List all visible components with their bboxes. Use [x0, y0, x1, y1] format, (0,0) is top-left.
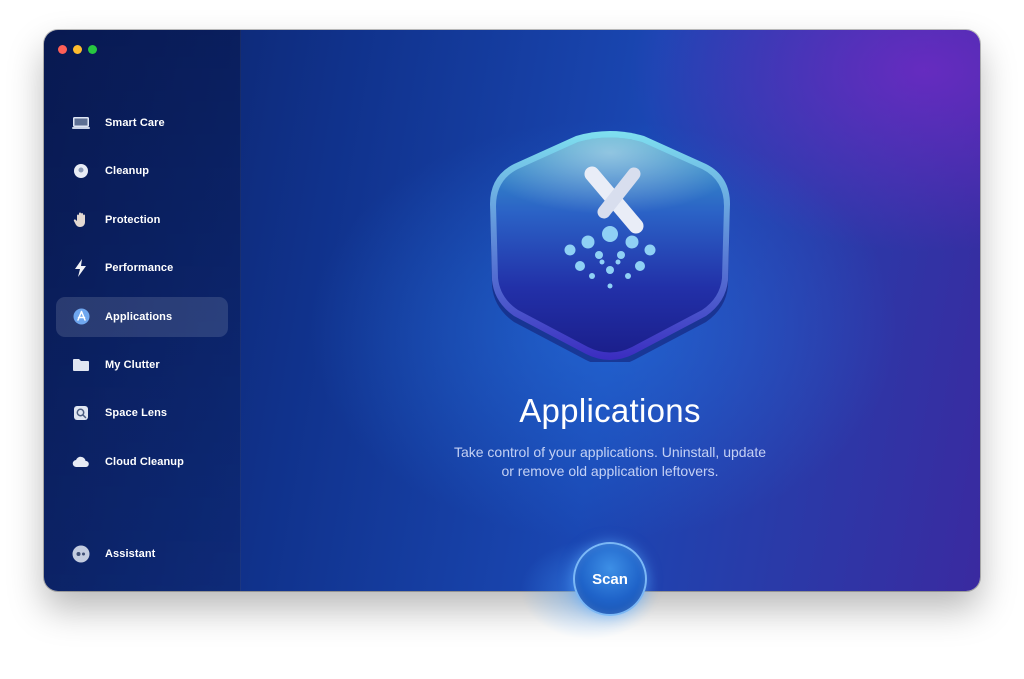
cleanup-bubble-icon — [72, 162, 90, 180]
sidebar: Smart Care Cleanup Protection Performanc… — [44, 30, 241, 591]
sidebar-item-label: Applications — [105, 310, 173, 323]
sidebar-item-protection[interactable]: Protection — [56, 200, 228, 240]
sidebar-item-label: My Clutter — [105, 358, 160, 371]
scan-button[interactable]: Scan — [573, 542, 647, 616]
lightning-icon — [72, 259, 90, 278]
sidebar-item-label: Cleanup — [105, 165, 150, 178]
app-window: Smart Care Cleanup Protection Performanc… — [44, 30, 980, 591]
description-line: Take control of your applications. Unins… — [453, 444, 767, 460]
assistant-label: Assistant — [105, 548, 156, 560]
sidebar-item-label: Cloud Cleanup — [105, 455, 184, 468]
assistant-icon — [72, 545, 90, 563]
applications-hero-icon — [490, 131, 730, 362]
sidebar-item-cloud-cleanup[interactable]: Cloud Cleanup — [56, 442, 228, 482]
sidebar-item-label: Smart Care — [105, 117, 165, 129]
lens-icon — [72, 404, 90, 422]
zoom-window-button[interactable] — [88, 45, 97, 54]
sidebar-item-applications[interactable]: Applications — [56, 296, 228, 337]
scan-button-label: Scan — [592, 570, 628, 588]
window-controls — [58, 45, 97, 54]
page-title: Applications — [519, 392, 701, 429]
sidebar-item-label: Space Lens — [105, 407, 168, 420]
sidebar-nav: Smart Care Cleanup Protection Performanc… — [56, 103, 228, 490]
app-store-icon — [72, 308, 90, 326]
sidebar-item-smart-care[interactable]: Smart Care — [56, 103, 228, 143]
cloud-icon — [72, 453, 90, 471]
sidebar-item-my-clutter[interactable]: My Clutter — [56, 345, 228, 385]
sidebar-item-label: Performance — [105, 262, 174, 275]
minimize-window-button[interactable] — [73, 45, 82, 54]
page-description: Take control of your applications. Unins… — [404, 443, 816, 481]
sidebar-item-space-lens[interactable]: Space Lens — [56, 393, 228, 433]
assistant-button[interactable]: Assistant — [56, 539, 228, 569]
display-icon — [72, 114, 90, 132]
sidebar-item-label: Protection — [105, 213, 161, 226]
sidebar-item-cleanup[interactable]: Cleanup — [56, 151, 228, 191]
description-line: or remove old application leftovers. — [501, 463, 719, 479]
close-window-button[interactable] — [58, 45, 67, 54]
sidebar-item-performance[interactable]: Performance — [56, 248, 228, 288]
hand-icon — [72, 211, 90, 229]
folder-icon — [72, 356, 90, 374]
